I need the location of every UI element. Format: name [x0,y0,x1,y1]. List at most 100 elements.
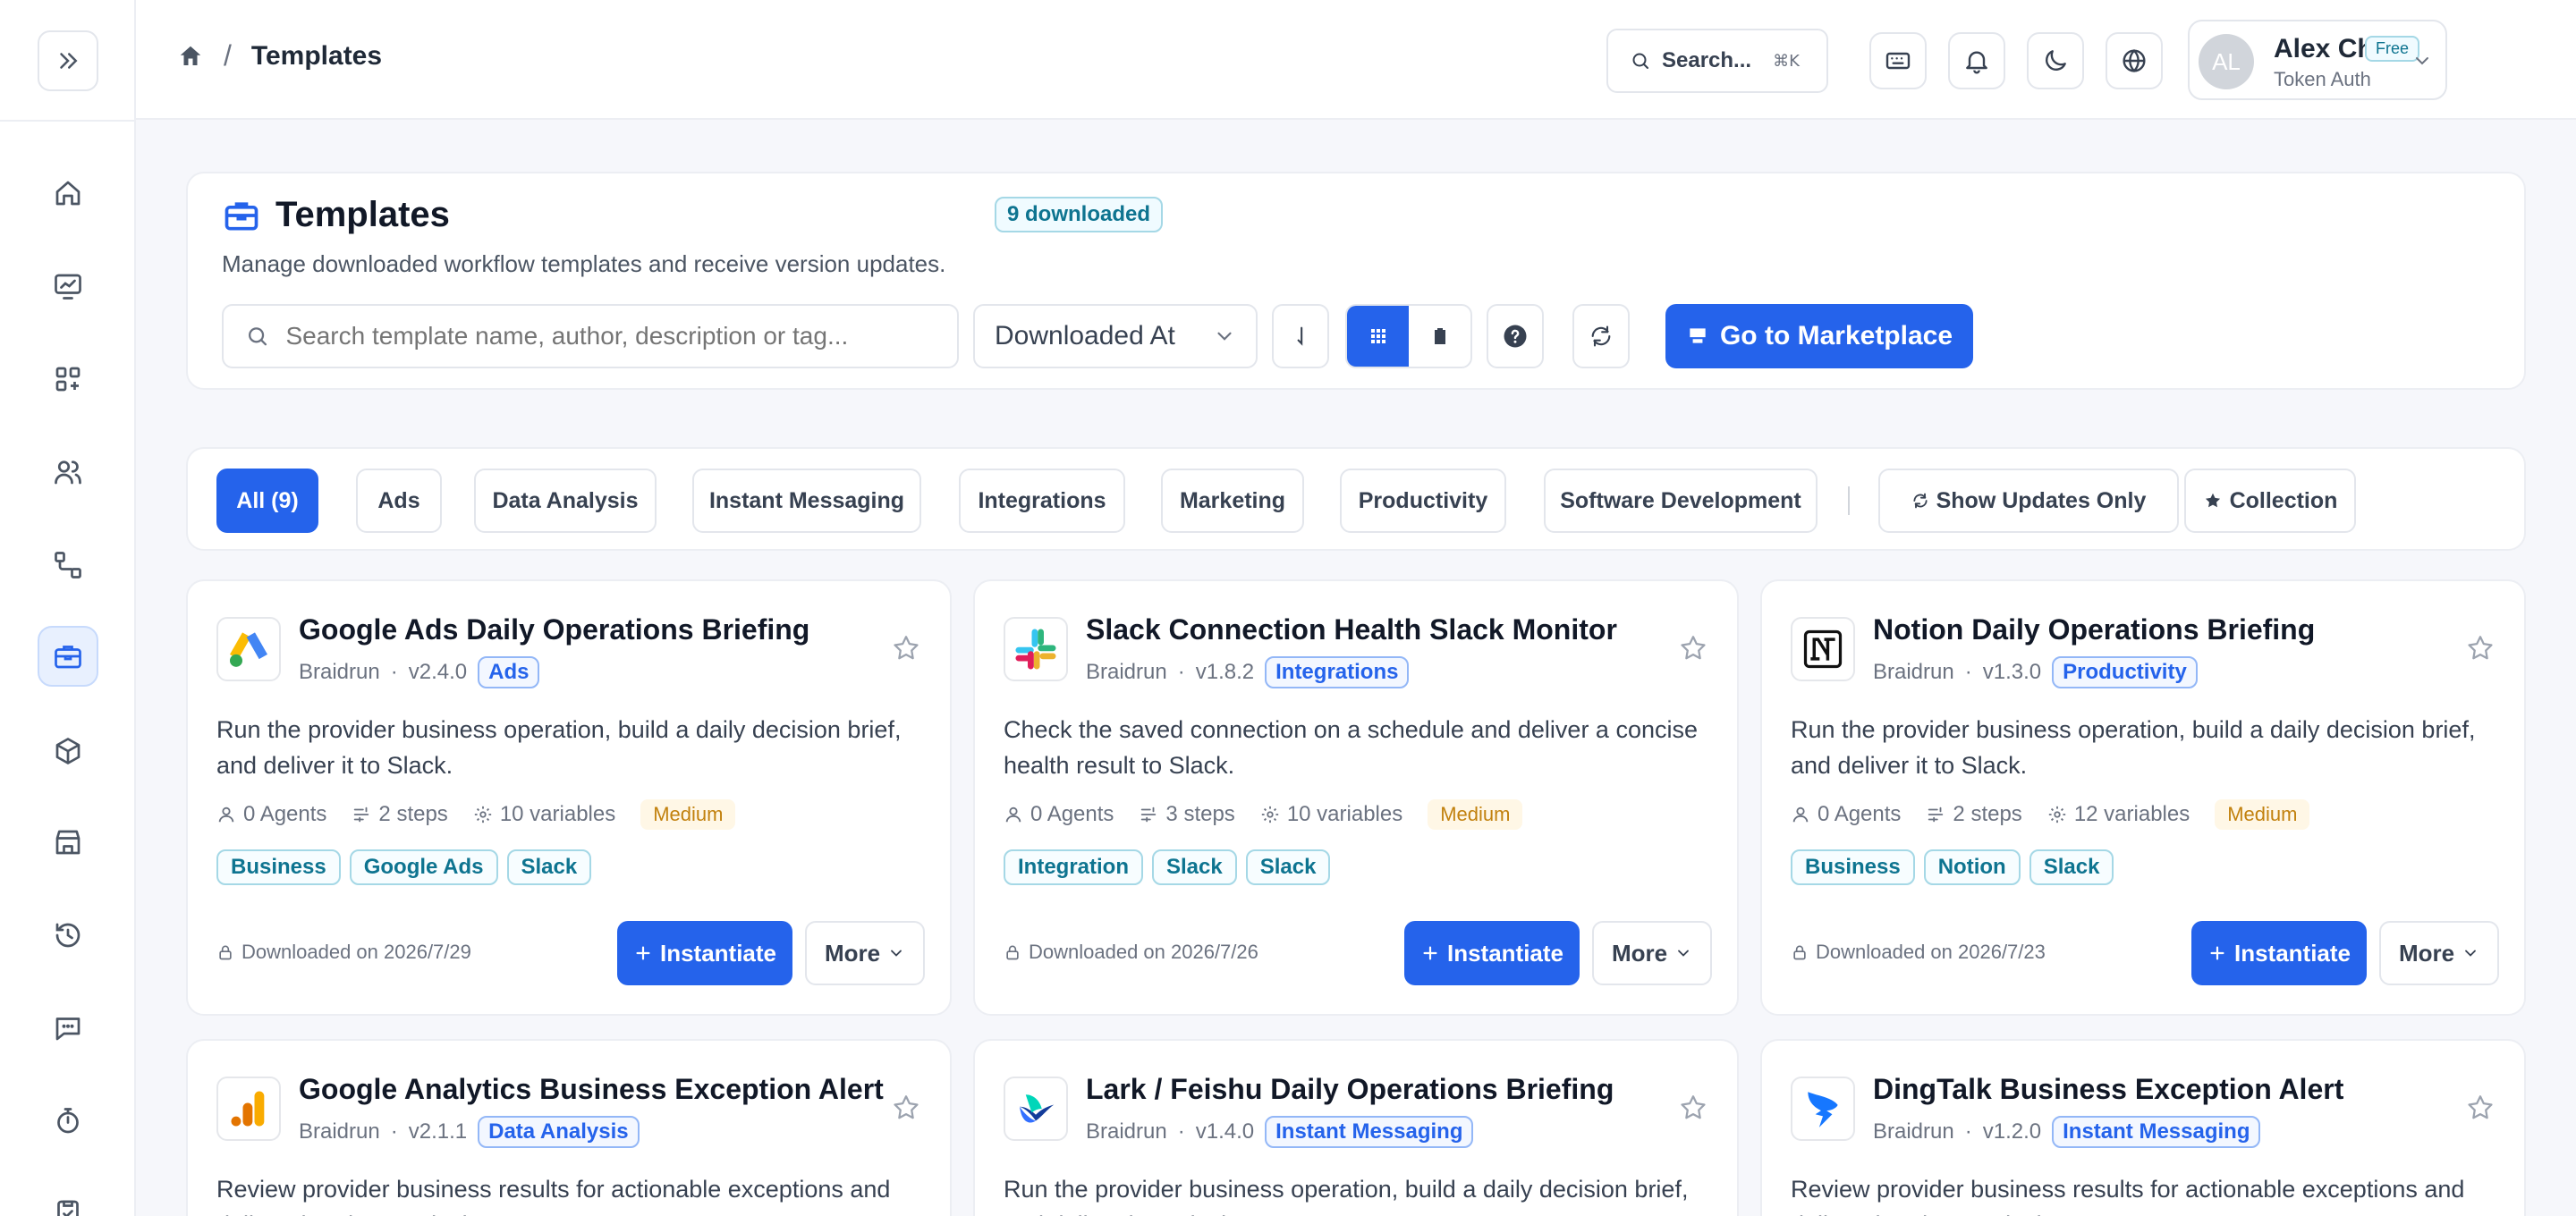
grid-view-button[interactable] [1347,306,1409,367]
collection-filter-toggle[interactable]: Collection [2184,469,2356,533]
card-title[interactable]: Slack Connection Health Slack Monitor [1086,613,1617,646]
expand-sidebar-button[interactable] [38,30,98,91]
sidebar-item-users[interactable] [38,442,98,502]
meta-dot: · [1177,1119,1185,1144]
card-title[interactable]: Lark / Feishu Daily Operations Briefing [1086,1073,1614,1106]
star-icon[interactable] [2465,633,2496,663]
global-search-button[interactable]: Search... ⌘K [1606,29,1828,93]
card-title[interactable]: Google Ads Daily Operations Briefing [299,613,809,646]
instantiate-button[interactable]: Instantiate [617,921,792,985]
meta-dot: · [1964,660,1972,684]
tag: Notion [1923,849,2021,885]
more-actions-button[interactable]: More [2379,921,2499,985]
filter-chip-productivity[interactable]: Productivity [1340,469,1506,533]
tag: Slack [506,849,592,885]
variables-count: 10 variables [1286,802,1403,826]
sidebar-item-workflows[interactable] [38,535,98,595]
more-actions-button[interactable]: More [805,921,925,985]
filter-chip-ads[interactable]: Ads [356,469,442,533]
search-icon [249,327,267,346]
language-button[interactable] [2106,32,2163,89]
card-title[interactable]: DingTalk Business Exception Alert [1873,1073,2343,1106]
tag: Slack [1152,849,1237,885]
card-author: Braidrun [1873,1119,1954,1144]
star-icon[interactable] [2465,1093,2496,1123]
notifications-button[interactable] [1948,32,2005,89]
instantiate-button[interactable]: Instantiate [1404,921,1580,985]
users-icon [55,460,81,485]
download-date: Downloaded on 2026/7/29 [216,941,471,964]
more-actions-button[interactable]: More [1592,921,1712,985]
page-description: Manage downloaded workflow templates and… [222,250,946,277]
list-view-button[interactable] [1409,306,1470,367]
sidebar-item-timer[interactable] [38,1091,98,1152]
filter-chip-data-analysis[interactable]: Data Analysis [474,469,657,533]
star-icon[interactable] [891,633,921,663]
instantiate-button[interactable]: Instantiate [2191,921,2367,985]
home-icon[interactable] [177,43,204,70]
sidebar-divider [0,120,136,122]
agents-stat: 0 Agents [1004,802,1114,827]
box-icon [55,738,80,764]
refresh-icon [1913,493,1928,509]
agents-stat: 0 Agents [1791,802,1901,827]
tag: Business [216,849,341,885]
double-chevron-right-icon [60,53,78,69]
sort-select-value: Downloaded At [995,321,1175,350]
lark-icon [1004,1077,1068,1141]
template-search-input[interactable] [285,322,936,350]
help-circle-icon [1504,325,1527,348]
sidebar-item-apps[interactable] [38,349,98,410]
history-icon [55,923,80,948]
difficulty-badge: Medium [640,799,736,830]
filter-chip-all[interactable]: All (9) [216,469,318,533]
user-auth-type: Token Auth [2274,68,2371,90]
card-version: v2.1.1 [408,1119,468,1144]
download-date-text: Downloaded on 2026/7/23 [1816,941,2046,963]
refresh-button[interactable] [1572,304,1630,368]
steps-count: 2 steps [378,802,448,826]
agents-count: 0 Agents [1030,802,1114,826]
filter-chip-marketing[interactable]: Marketing [1161,469,1304,533]
steps-icon [1928,806,1944,823]
template-search-field[interactable] [222,304,959,368]
filter-chip-software-development[interactable]: Software Development [1544,469,1818,533]
filter-chip-integrations[interactable]: Integrations [959,469,1125,533]
show-updates-label: Show Updates Only [1936,487,2147,513]
sidebar-item-history[interactable] [38,905,98,966]
template-card: Google Analytics Business Exception Aler… [186,1039,952,1216]
chat-icon [55,1018,80,1041]
sidebar-item-store[interactable] [38,812,98,873]
star-icon[interactable] [1678,633,1708,663]
sidebar-item-packages[interactable] [38,721,98,781]
instantiate-label: Instantiate [2233,939,2351,967]
tag: Integration [1004,849,1143,885]
card-title[interactable]: Notion Daily Operations Briefing [1873,613,2315,646]
user-menu[interactable]: AL Alex Chen Free Token Auth [2188,20,2447,100]
show-updates-only-toggle[interactable]: Show Updates Only [1878,469,2179,533]
google-ads-icon [216,617,281,681]
card-version: v2.4.0 [408,660,468,684]
marketplace-label: Go to Marketplace [1719,321,1953,350]
sidebar-item-messages[interactable] [38,998,98,1059]
help-button[interactable] [1487,304,1544,368]
sort-select[interactable]: Downloaded At [973,304,1258,368]
sidebar-item-tasks[interactable] [38,1182,98,1216]
card-author: Braidrun [299,660,380,684]
theme-toggle-button[interactable] [2027,32,2084,89]
keyboard-shortcuts-button[interactable] [1869,32,1927,89]
sidebar-item-templates[interactable] [38,626,98,687]
plus-icon [1423,946,1437,960]
sort-direction-button[interactable] [1272,304,1329,368]
go-to-marketplace-button[interactable]: Go to Marketplace [1665,304,1973,368]
notion-icon [1791,617,1855,681]
filter-chip-instant-messaging[interactable]: Instant Messaging [692,469,921,533]
steps-stat: 2 steps [1926,802,2022,827]
star-icon[interactable] [891,1093,921,1123]
star-icon[interactable] [1678,1093,1708,1123]
card-title[interactable]: Google Analytics Business Exception Aler… [299,1073,884,1106]
download-date: Downloaded on 2026/7/23 [1791,941,2046,964]
sidebar-item-dashboard[interactable] [38,256,98,317]
sidebar-item-home[interactable] [38,163,98,224]
tag: Google Ads [349,849,498,885]
